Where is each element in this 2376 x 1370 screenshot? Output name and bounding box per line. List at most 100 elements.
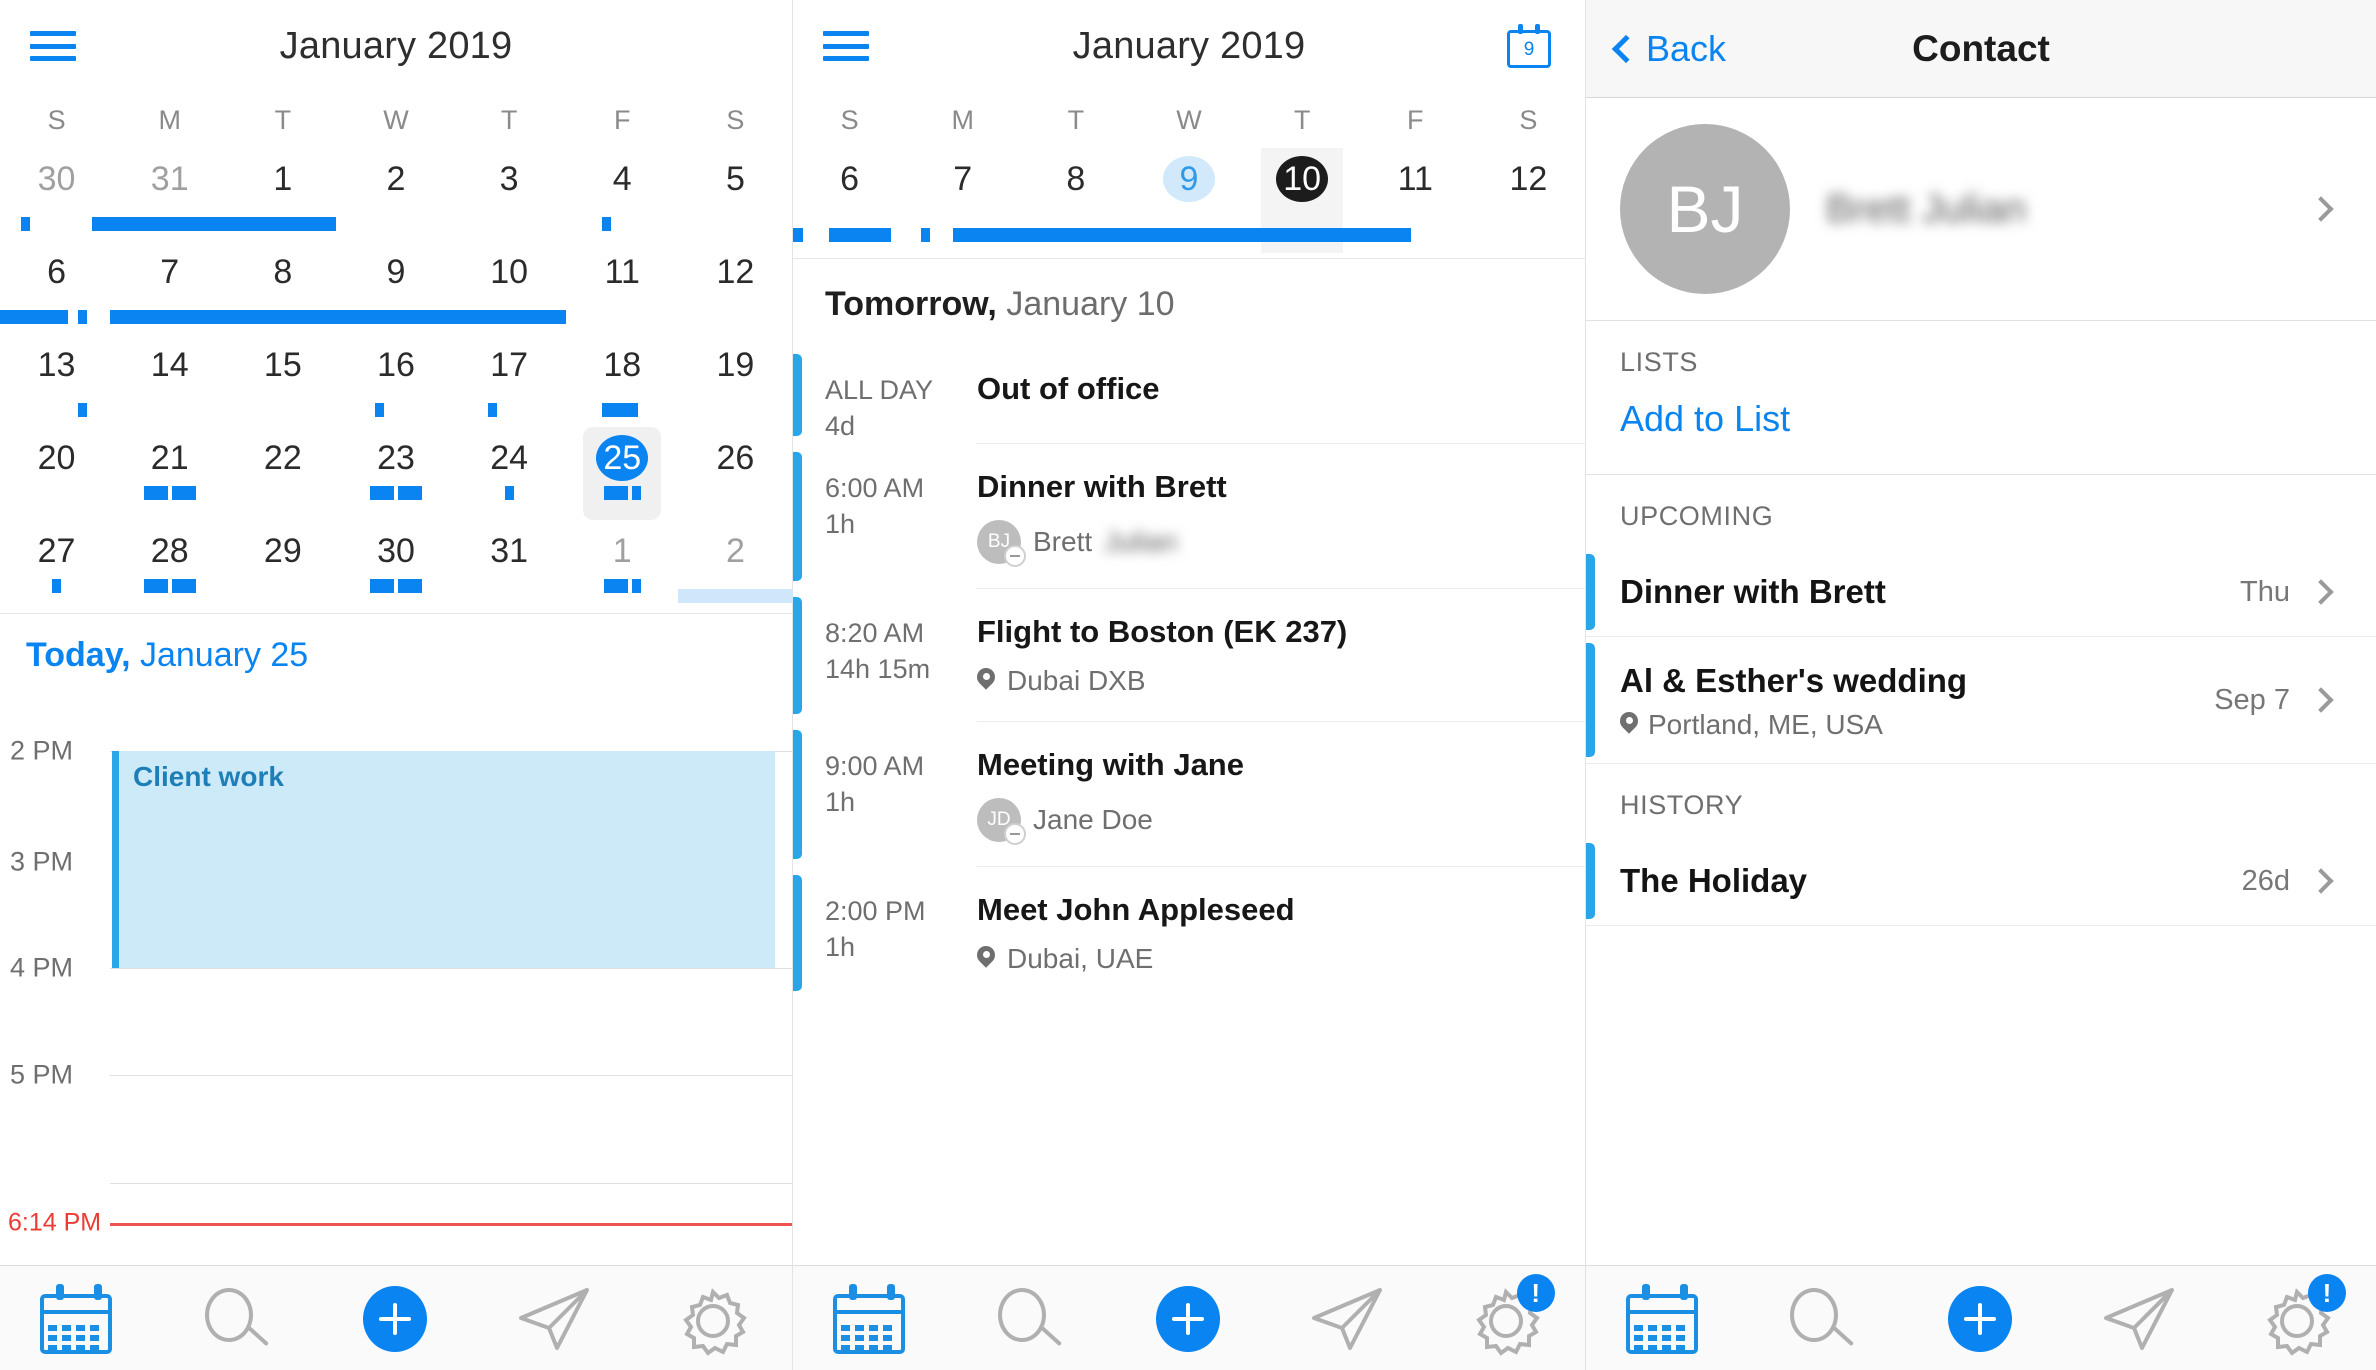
send-icon[interactable] — [1304, 1282, 1390, 1354]
upcoming-event-row[interactable]: Al & Esther's wedding Portland, ME, USA … — [1586, 637, 2376, 764]
day-cell[interactable]: 8 — [1019, 148, 1132, 236]
day-cell[interactable]: 30 — [339, 520, 452, 613]
day-cell[interactable]: 22 — [226, 427, 339, 520]
day-cell[interactable]: 7 — [113, 241, 226, 334]
day-number: 7 — [160, 253, 180, 291]
calendar-icon[interactable] — [829, 1282, 915, 1354]
day-cell[interactable]: 11 — [566, 241, 679, 334]
agenda-list[interactable]: Tomorrow, January 10 ALL DAY 4d Out of o… — [793, 259, 1585, 1265]
weekday-label: M — [158, 104, 181, 135]
history-event-row[interactable]: The Holiday 26d — [1586, 837, 2376, 926]
day-cell[interactable]: 31 — [113, 148, 226, 241]
settings-icon[interactable]: ! — [1463, 1274, 1555, 1356]
day-cell[interactable]: 13 — [0, 334, 113, 427]
send-icon[interactable] — [2096, 1282, 2182, 1354]
timeline-event[interactable]: Client work — [112, 751, 775, 968]
day-cell-today[interactable]: 9 — [1132, 148, 1245, 236]
agenda-day-date: January 10 — [1006, 285, 1175, 323]
today-calendar-icon[interactable]: 9 — [1507, 24, 1551, 68]
month-week-row: 27 28 29 30 31 1 2 — [0, 520, 793, 613]
day-cell[interactable]: 15 — [226, 334, 339, 427]
day-cell[interactable]: 29 — [226, 520, 339, 613]
agenda-item-start: 9:00 AM — [825, 751, 925, 781]
agenda-item[interactable]: 2:00 PM 1h Meet John Appleseed Dubai, UA… — [793, 867, 1585, 999]
day-cell[interactable]: 14 — [113, 334, 226, 427]
attendee-surname-redacted: Julian — [1104, 526, 1178, 557]
agenda-item-title: Dinner with Brett — [977, 469, 1227, 504]
section-label-upcoming: UPCOMING — [1620, 501, 1774, 531]
add-to-list-button[interactable]: Add to List — [1586, 394, 2376, 474]
day-timeline[interactable]: 2 PM 3 PM 4 PM 5 PM 6:14 PM 7 P — [0, 693, 792, 1265]
day-cell[interactable]: 3 — [453, 148, 566, 241]
agenda-item-duration: 1h — [825, 787, 856, 817]
agenda-item[interactable]: 9:00 AM 1h Meeting with Jane JD Jane Doe — [793, 722, 1585, 867]
day-cell-selected[interactable]: 25 — [566, 427, 679, 520]
day-cell[interactable]: 9 — [339, 241, 452, 334]
day-cell[interactable]: 19 — [679, 334, 792, 427]
day-number: 28 — [150, 532, 189, 570]
agenda-item[interactable]: 8:20 AM 14h 15m Flight to Boston (EK 237… — [793, 589, 1585, 722]
today-calendar-number: 9 — [1523, 39, 1535, 60]
settings-icon[interactable] — [670, 1282, 756, 1356]
upcoming-event-row[interactable]: Dinner with Brett Thu — [1586, 548, 2376, 637]
day-cell[interactable]: 17 — [453, 334, 566, 427]
weekday-label: T — [1293, 104, 1311, 135]
search-icon[interactable] — [988, 1282, 1074, 1354]
day-number: 2 — [386, 160, 406, 198]
calendar-icon[interactable] — [1622, 1282, 1708, 1354]
agenda-item-start: 6:00 AM — [825, 473, 925, 503]
calendar-icon[interactable] — [36, 1282, 122, 1354]
hamburger-icon[interactable] — [823, 31, 869, 61]
day-cell[interactable]: 23 — [339, 427, 452, 520]
day-cell[interactable]: 12 — [679, 241, 792, 334]
agenda-item-time: 2:00 PM 1h — [825, 867, 977, 999]
contact-header-row[interactable]: BJ Brett Julian — [1586, 98, 2376, 321]
day-cell[interactable]: 30 — [0, 148, 113, 241]
day-cell[interactable]: 1 — [226, 148, 339, 241]
day-cell[interactable]: 5 — [679, 148, 792, 241]
day-cell[interactable]: 2 — [679, 520, 792, 613]
day-cell[interactable]: 16 — [339, 334, 452, 427]
agenda-item[interactable]: 6:00 AM 1h Dinner with Brett BJ Brett Ju… — [793, 444, 1585, 589]
add-icon[interactable] — [1938, 1282, 2024, 1354]
day-number: 29 — [263, 532, 302, 570]
day-cell[interactable]: 4 — [566, 148, 679, 241]
day-cell[interactable]: 27 — [0, 520, 113, 613]
settings-icon[interactable]: ! — [2254, 1274, 2346, 1356]
day-cell[interactable]: 6 — [0, 241, 113, 334]
day-number: 31 — [150, 160, 189, 198]
agenda-item-attendee[interactable]: JD Jane Doe — [977, 798, 1561, 845]
weekday-label: M — [951, 104, 974, 135]
day-number: 21 — [150, 439, 189, 477]
back-button[interactable]: Back — [1611, 27, 1727, 70]
day-cell-selected[interactable]: 10 — [1246, 148, 1359, 253]
day-cell[interactable]: 12 — [1472, 148, 1585, 236]
day-cell[interactable]: 6 — [793, 148, 906, 236]
agenda-item[interactable]: ALL DAY 4d Out of office — [793, 346, 1585, 444]
add-icon[interactable] — [353, 1282, 439, 1354]
agenda-item-attendee[interactable]: BJ Brett Julian — [977, 520, 1561, 567]
location-pin-icon — [1620, 712, 1638, 738]
day-cell[interactable]: 24 — [453, 427, 566, 520]
search-icon[interactable] — [1780, 1282, 1866, 1354]
day-cell[interactable]: 1 — [566, 520, 679, 613]
day-cell[interactable]: 7 — [906, 148, 1019, 236]
day-cell[interactable]: 2 — [339, 148, 452, 241]
day-cell[interactable]: 8 — [226, 241, 339, 334]
add-icon[interactable] — [1146, 1282, 1232, 1354]
day-cell[interactable]: 26 — [679, 427, 792, 520]
back-button-label: Back — [1646, 27, 1727, 69]
day-number: 31 — [490, 532, 529, 570]
event-title: The Holiday — [1620, 862, 1808, 899]
day-cell[interactable]: 28 — [113, 520, 226, 613]
day-cell[interactable]: 11 — [1359, 148, 1472, 236]
day-cell[interactable]: 31 — [453, 520, 566, 613]
day-cell[interactable]: 18 — [566, 334, 679, 427]
hamburger-icon[interactable] — [30, 31, 76, 61]
day-cell[interactable]: 10 — [453, 241, 566, 334]
day-number: 3 — [499, 160, 519, 198]
send-icon[interactable] — [511, 1282, 597, 1354]
day-cell[interactable]: 20 — [0, 427, 113, 520]
search-icon[interactable] — [195, 1282, 281, 1354]
day-cell[interactable]: 21 — [113, 427, 226, 520]
